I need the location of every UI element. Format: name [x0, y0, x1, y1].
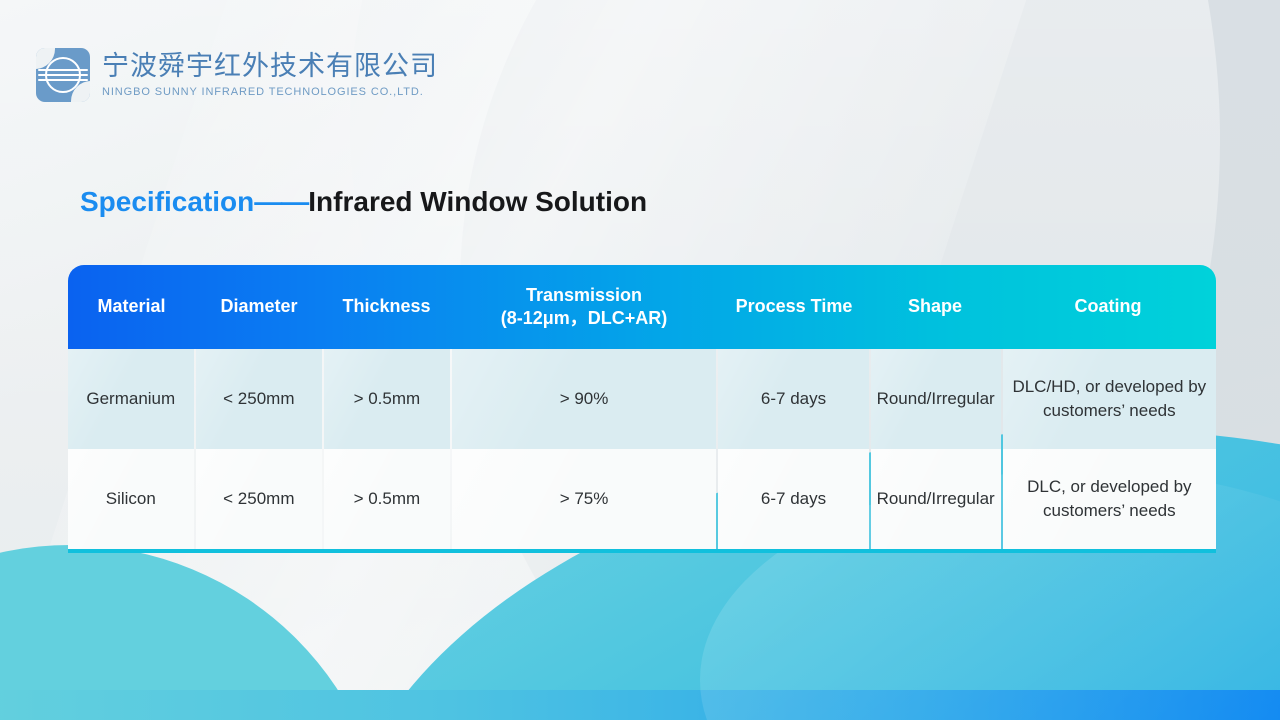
cell-coating: DLC/HD, or developed by customers’ needs: [1002, 349, 1217, 449]
cell-shape: Round/Irregular: [870, 349, 1001, 449]
table-row: Germanium < 250mm > 0.5mm > 90% 6-7 days…: [68, 349, 1217, 449]
table-row: Silicon < 250mm > 0.5mm > 75% 6-7 days R…: [68, 449, 1217, 553]
cell-transmission: > 75%: [451, 449, 717, 549]
logo-bar-1: [38, 69, 88, 71]
table-header-transmission: Transmission (8-12μm，DLC+AR): [450, 265, 718, 349]
page-title-accent: Specification: [80, 186, 255, 217]
cell-transmission: > 90%: [451, 349, 717, 449]
cell-material: Silicon: [68, 449, 194, 549]
cell-shape: Round/Irregular: [870, 449, 1001, 549]
slide-canvas: 宁波舜宇红外技术有限公司 NINGBO SUNNY INFRARED TECHN…: [0, 0, 1280, 720]
cell-thickness: > 0.5mm: [324, 449, 450, 549]
table-header-transmission-line1: Transmission: [525, 284, 643, 305]
page-title-plain: Infrared Window Solution: [308, 186, 648, 217]
page-title-dash: ——: [254, 186, 309, 217]
cell-coating: DLC, or developed by customers’ needs: [1002, 449, 1217, 549]
cell-thickness: > 0.5mm: [324, 349, 450, 449]
cell-material: Germanium: [68, 349, 194, 449]
table-header-row: Material Diameter Thickness Transmission…: [68, 265, 1216, 349]
brand-logo-block: 宁波舜宇红外技术有限公司 NINGBO SUNNY INFRARED TECHN…: [36, 48, 438, 102]
company-name-en: NINGBO SUNNY INFRARED TECHNOLOGIES CO.,L…: [102, 85, 424, 98]
cell-diameter: < 250mm: [195, 449, 323, 549]
table-header-diameter: Diameter: [220, 296, 298, 317]
table-header-material: Material: [97, 296, 166, 317]
specification-table: Material Diameter Thickness Transmission…: [68, 265, 1217, 553]
background-bottom-fill: [0, 690, 1280, 720]
table-header-coating: Coating: [1074, 296, 1142, 317]
company-name-cn: 宁波舜宇红外技术有限公司: [102, 50, 438, 82]
table-header-shape: Shape: [907, 296, 963, 317]
logo-bar-2: [38, 74, 88, 76]
cell-diameter: < 250mm: [195, 349, 323, 449]
sunny-infrared-logo-icon: [36, 48, 90, 102]
cell-process-time: 6-7 days: [718, 449, 869, 549]
table-header-process-time: Process Time: [735, 296, 853, 317]
brand-text-block: 宁波舜宇红外技术有限公司 NINGBO SUNNY INFRARED TECHN…: [102, 53, 438, 98]
table-header-transmission-line2: (8-12μm，DLC+AR): [500, 308, 668, 328]
table-header-thickness: Thickness: [342, 296, 431, 317]
cell-process-time: 6-7 days: [718, 349, 869, 449]
background-circle-bottom-left: [0, 545, 390, 720]
logo-bar-3: [38, 79, 88, 81]
page-title: Specification——Infrared Window Solution: [80, 186, 647, 218]
